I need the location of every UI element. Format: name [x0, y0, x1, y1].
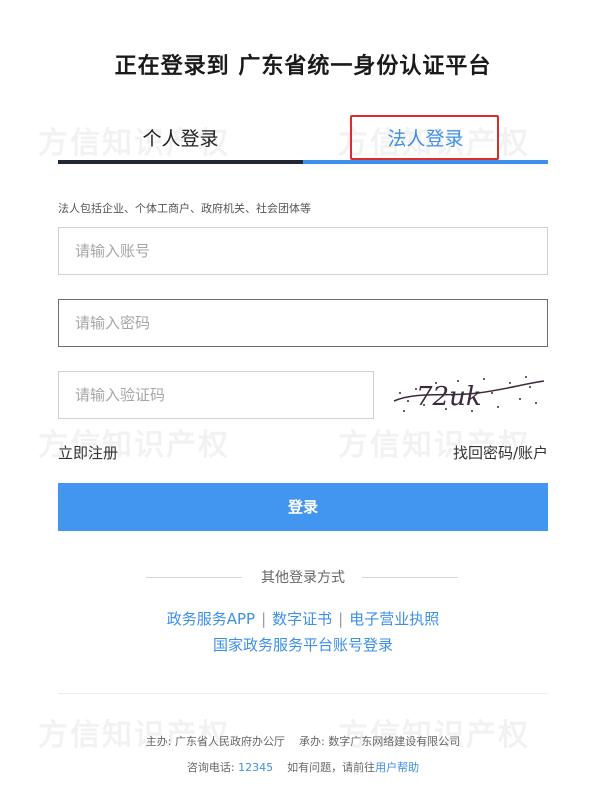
- national-login-row: 国家政务服务平台账号登录: [0, 634, 606, 655]
- digital-certificate-login-link[interactable]: 数字证书: [272, 610, 332, 628]
- tab-underline-personal: [58, 160, 303, 164]
- register-link[interactable]: 立即注册: [58, 442, 118, 463]
- tab-personal-login[interactable]: 个人登录: [58, 112, 303, 166]
- captcha-image[interactable]: 72uk: [388, 371, 548, 419]
- separator: |: [261, 610, 267, 628]
- page-title: 正在登录到 广东省统一身份认证平台: [114, 54, 492, 79]
- other-login-title: 其他登录方式: [261, 570, 345, 586]
- footer-host: 主办: 广东省人民政府办公厅: [145, 735, 285, 748]
- gov-app-login-link[interactable]: 政务服务APP: [167, 610, 255, 628]
- recover-account-link[interactable]: 找回密码/账户: [453, 442, 548, 463]
- footer-organizers: 主办: 广东省人民政府办公厅 承办: 数字广东网络建设有限公司: [0, 733, 606, 749]
- footer-phone-label: 咨询电话:: [186, 761, 239, 774]
- footer-divider: [58, 693, 548, 694]
- national-platform-login-link[interactable]: 国家政务服务平台账号登录: [213, 636, 393, 654]
- other-login-methods: 政务服务APP | 数字证书 | 电子营业执照: [0, 608, 606, 629]
- login-button[interactable]: 登录: [58, 483, 548, 531]
- login-tabs: 个人登录 法人登录: [58, 112, 548, 166]
- user-help-link[interactable]: 用户帮助: [375, 761, 419, 774]
- tab-underline-legal: [303, 160, 548, 164]
- footer-question-text: 如有问题，请前往: [287, 761, 376, 774]
- footer-contact: 咨询电话: 12345 如有问题，请前往用户帮助: [0, 759, 606, 775]
- legal-entity-hint: 法人包括企业、个体工商户、政府机关、社会团体等: [58, 202, 311, 215]
- password-input[interactable]: [58, 299, 548, 347]
- footer-contractor: 承办: 数字广东网络建设有限公司: [299, 735, 461, 748]
- captcha-input[interactable]: [58, 371, 374, 419]
- divider-right: [362, 577, 458, 578]
- account-input[interactable]: [58, 227, 548, 275]
- captcha-text: 72uk: [416, 382, 482, 412]
- tab-legal-login[interactable]: 法人登录: [303, 112, 548, 166]
- footer-phone-number[interactable]: 12345: [238, 761, 273, 774]
- electronic-license-login-link[interactable]: 电子营业执照: [349, 610, 439, 628]
- separator: |: [338, 610, 344, 628]
